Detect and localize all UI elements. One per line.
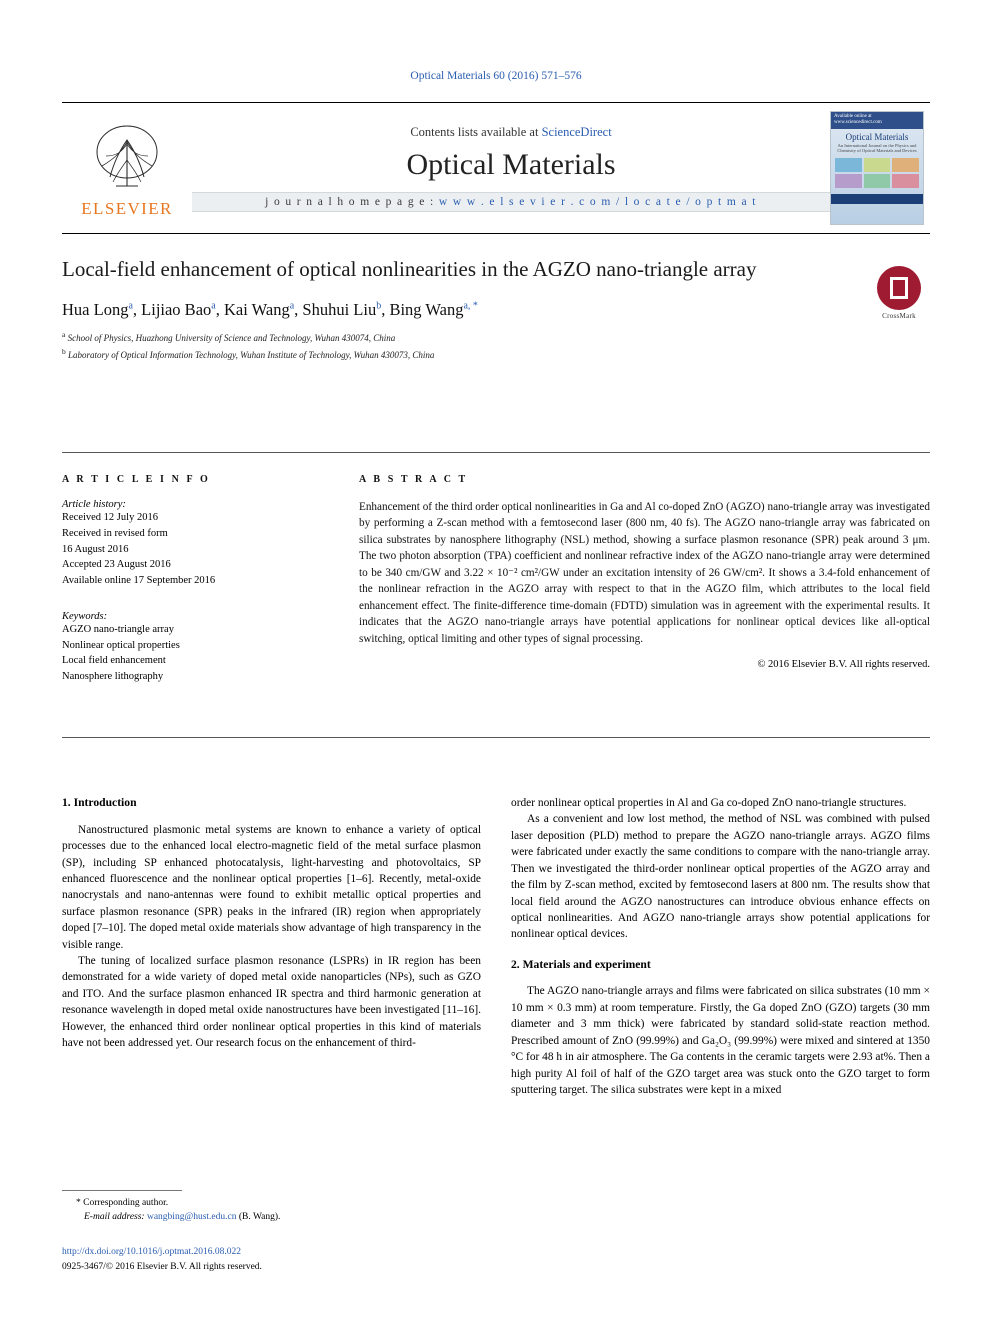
history-line-1: Received 12 July 2016 [62, 512, 158, 523]
article-info-heading: A R T I C L E I N F O [62, 474, 211, 485]
email-line: E-mail address: wangbing@hust.edu.cn (B.… [62, 1210, 495, 1224]
right-paragraph-continued: order nonlinear optical properties in Al… [511, 797, 907, 809]
intro-paragraph-1: Nanostructured plasmonic metal systems a… [62, 823, 481, 951]
cover-image-grid [831, 154, 923, 192]
abstract-heading: A B S T R A C T [359, 474, 468, 485]
cover-subtitle: An International Journal on the Physics … [837, 142, 917, 154]
cover-bottom-band [831, 194, 923, 205]
masthead-center: Contents lists available at ScienceDirec… [192, 103, 830, 233]
materials-paragraph-1: The AGZO nano-triangle arrays and films … [511, 985, 930, 1097]
journal-title: Optical Materials [406, 147, 616, 181]
affiliation-a-text: School of Physics, Huazhong University o… [67, 333, 396, 344]
journal-homepage-bar: j o u r n a l h o m e p a g e : w w w . … [192, 191, 830, 212]
doi-link[interactable]: http://dx.doi.org/10.1016/j.optmat.2016.… [62, 1245, 262, 1260]
author-2: Lijiao Bao [141, 300, 212, 320]
email-owner: (B. Wang). [238, 1212, 281, 1223]
author-2-affil-marker: a [211, 300, 216, 312]
info-abstract-region: A R T I C L E I N F O Article history: R… [62, 474, 930, 685]
keyword-3: Local field enhancement [62, 655, 166, 667]
body-left-column: 1. Introduction Nanostructured plasmonic… [62, 795, 481, 1215]
section-heading-materials: 2. Materials and experiment [511, 957, 651, 971]
cover-top-note: Available online at www.sciencedirect.co… [831, 112, 923, 129]
body-columns: 1. Introduction Nanostructured plasmonic… [62, 795, 930, 1215]
history-line-3: 16 August 2016 [62, 543, 129, 555]
keywords-title: Keywords: [62, 610, 108, 622]
elsevier-wordmark: ELSEVIER [81, 198, 173, 218]
affiliation-b: b Laboratory of Optical Information Tech… [62, 346, 930, 363]
author-list: Hua Longa, Lijiao Baoa, Kai Wanga, Shuhu… [62, 300, 478, 320]
author-3: Kai Wang [223, 300, 290, 320]
divider-below-abstract [62, 737, 930, 738]
author-4-affil-marker: b [376, 300, 382, 312]
corresponding-label: Corresponding author. [83, 1198, 169, 1208]
history-line-5: Available online 17 September 2016 [62, 575, 216, 586]
homepage-url[interactable]: w w w . e l s e v i e r . c o m / l o c … [439, 196, 757, 208]
divider-above-abstract [62, 452, 930, 453]
keyword-4: Nanosphere lithography [62, 671, 164, 682]
crossmark-label: CrossMark [882, 312, 916, 320]
history-line-2: Received in revised form [62, 527, 168, 539]
crossmark-icon [877, 266, 921, 310]
keyword-2: Nonlinear optical properties [62, 639, 180, 651]
article-history-list: Received 12 July 2016 Received in revise… [62, 510, 317, 589]
article-history-title: Article history: [62, 499, 126, 510]
contents-prefix: Contents lists available at [410, 124, 539, 139]
page-title: Local-field enhancement of optical nonli… [62, 257, 757, 281]
keywords-list: AGZO nano-triangle array Nonlinear optic… [62, 622, 317, 685]
affiliation-b-text: Laboratory of Optical Information Techno… [68, 349, 435, 360]
corresponding-marker: * [76, 1198, 81, 1208]
abstract-copyright: © 2016 Elsevier B.V. All rights reserved… [757, 659, 930, 671]
history-line-4: Accepted 23 August 2016 [62, 559, 171, 571]
journal-reference: Optical Materials 60 (2016) 571–576 [410, 70, 582, 82]
intro-paragraph-2: The tuning of localized surface plasmon … [62, 955, 481, 1050]
author-4: Shuhui Liu [302, 300, 377, 320]
article-page: Optical Materials 60 (2016) 571–576 ELSE… [0, 0, 992, 1323]
corresponding-author-line: * Corresponding author. [62, 1196, 495, 1210]
email-link[interactable]: wangbing@hust.edu.cn [147, 1212, 237, 1222]
footnote-rule [62, 1190, 182, 1191]
abstract-text: Enhancement of the third order optical n… [359, 501, 930, 645]
corresponding-author-footnote: * Corresponding author. E-mail address: … [62, 1190, 495, 1225]
abstract-column: A B S T R A C T Enhancement of the third… [337, 474, 930, 685]
elsevier-tree-icon [90, 122, 164, 196]
homepage-label: j o u r n a l h o m e p a g e : [265, 195, 435, 208]
right-paragraph-2: As a convenient and low lost method, the… [511, 813, 930, 941]
issn-copyright-line: 0925-3467/© 2016 Elsevier B.V. All right… [62, 1261, 262, 1272]
cover-title: Optical Materials [845, 131, 909, 142]
elsevier-logo: ELSEVIER [62, 103, 192, 233]
doi-block: http://dx.doi.org/10.1016/j.optmat.2016.… [62, 1245, 262, 1274]
body-right-column: order nonlinear optical properties in Al… [511, 795, 930, 1215]
sciencedirect-link[interactable]: ScienceDirect [542, 125, 612, 139]
crossmark-badge[interactable]: CrossMark [868, 262, 930, 324]
journal-cover-thumbnail: Available online at www.sciencedirect.co… [830, 111, 924, 225]
affiliation-a-marker: a [62, 330, 66, 340]
journal-masthead: ELSEVIER Contents lists available at Sci… [62, 102, 930, 234]
author-5: Bing Wang [389, 300, 464, 320]
author-1-affil-marker: a [128, 300, 133, 312]
affiliations: a School of Physics, Huazhong University… [62, 329, 930, 362]
section-heading-introduction: 1. Introduction [62, 796, 137, 809]
affiliation-b-marker: b [62, 346, 66, 356]
author-3-affil-marker: a [289, 300, 295, 312]
email-label: E-mail address: [84, 1212, 145, 1223]
contents-available-line: Contents lists available at ScienceDirec… [410, 125, 611, 140]
keyword-1: AGZO nano-triangle array [62, 623, 174, 635]
author-5-affil-marker: a, * [463, 300, 478, 312]
title-block: Local-field enhancement of optical nonli… [62, 256, 930, 362]
affiliation-a: a School of Physics, Huazhong University… [62, 329, 930, 346]
author-1: Hua Long [62, 300, 129, 320]
article-info-column: A R T I C L E I N F O Article history: R… [62, 474, 337, 685]
